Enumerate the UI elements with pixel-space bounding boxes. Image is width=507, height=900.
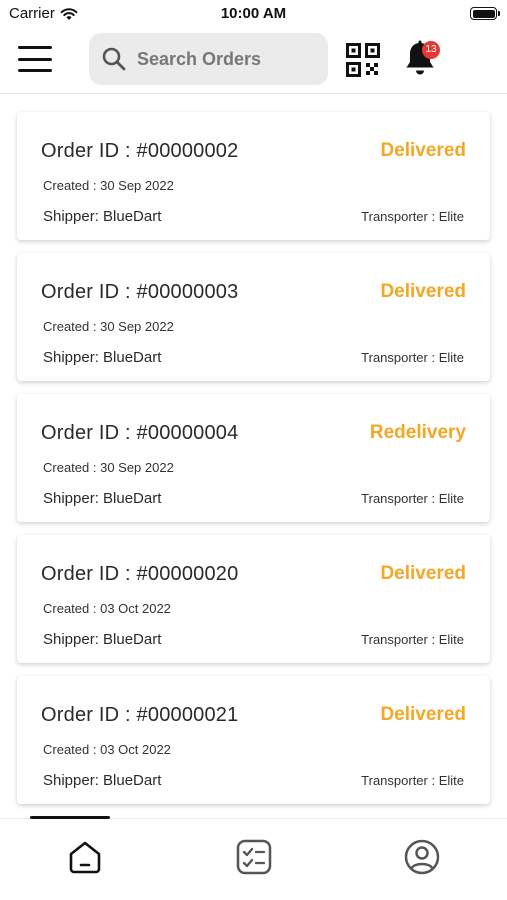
order-id: Order ID : #00000004: [41, 422, 239, 444]
order-list[interactable]: Order ID : #00000002 Delivered Created :…: [0, 95, 507, 818]
bottom-tab-bar: [0, 816, 507, 900]
order-card[interactable]: Order ID : #00000003 Delivered Created :…: [17, 253, 490, 381]
order-id: Order ID : #00000021: [41, 704, 239, 726]
order-created-date: Created : 30 Sep 2022: [43, 178, 174, 193]
battery-icon: [470, 7, 500, 20]
search-input[interactable]: [137, 48, 317, 70]
search-bar[interactable]: [89, 33, 328, 85]
app-header: 13: [0, 28, 507, 94]
order-created-date: Created : 03 Oct 2022: [43, 742, 171, 757]
order-created-date: Created : 03 Oct 2022: [43, 601, 171, 616]
task-list-icon: [236, 839, 272, 875]
order-shipper: Shipper: BlueDart: [43, 349, 162, 366]
order-created-date: Created : 30 Sep 2022: [43, 319, 174, 334]
order-status: Redelivery: [369, 422, 466, 443]
order-card[interactable]: Order ID : #00000021 Delivered Created :…: [17, 676, 490, 804]
order-status: Delivered: [380, 704, 466, 725]
order-status: Delivered: [380, 281, 466, 302]
order-shipper: Shipper: BlueDart: [43, 208, 162, 225]
order-card[interactable]: Order ID : #00000002 Delivered Created :…: [17, 112, 490, 240]
order-shipper: Shipper: BlueDart: [43, 631, 162, 648]
order-transporter: Transporter : Elite: [361, 209, 464, 224]
order-id: Order ID : #00000003: [41, 281, 239, 303]
order-card[interactable]: Order ID : #00000020 Delivered Created :…: [17, 535, 490, 663]
qr-scan-button[interactable]: [346, 43, 380, 77]
order-shipper: Shipper: BlueDart: [43, 490, 162, 507]
active-tab-indicator: [30, 816, 110, 819]
menu-icon-bar: [18, 69, 52, 72]
order-created-date: Created : 30 Sep 2022: [43, 460, 174, 475]
tab-tasks[interactable]: [234, 837, 274, 877]
notification-badge: 13: [422, 41, 440, 59]
status-bar: Carrier 10:00 AM: [0, 0, 507, 28]
order-status: Delivered: [380, 140, 466, 161]
order-transporter: Transporter : Elite: [361, 491, 464, 506]
order-transporter: Transporter : Elite: [361, 632, 464, 647]
qr-code-icon: [346, 43, 380, 77]
menu-icon-bar: [18, 57, 52, 61]
status-time: 10:00 AM: [220, 5, 287, 22]
home-icon: [69, 841, 101, 874]
order-id: Order ID : #00000002: [41, 140, 239, 162]
search-icon: [102, 47, 126, 71]
menu-icon-bar: [18, 46, 52, 49]
tab-home[interactable]: [65, 837, 105, 877]
order-transporter: Transporter : Elite: [361, 350, 464, 365]
menu-button[interactable]: [18, 46, 52, 72]
order-shipper: Shipper: BlueDart: [43, 772, 162, 789]
profile-icon: [404, 839, 440, 875]
order-status: Delivered: [380, 563, 466, 584]
order-id: Order ID : #00000020: [41, 563, 239, 585]
order-transporter: Transporter : Elite: [361, 773, 464, 788]
order-card[interactable]: Order ID : #00000004 Redelivery Created …: [17, 394, 490, 522]
tab-profile[interactable]: [402, 837, 442, 877]
